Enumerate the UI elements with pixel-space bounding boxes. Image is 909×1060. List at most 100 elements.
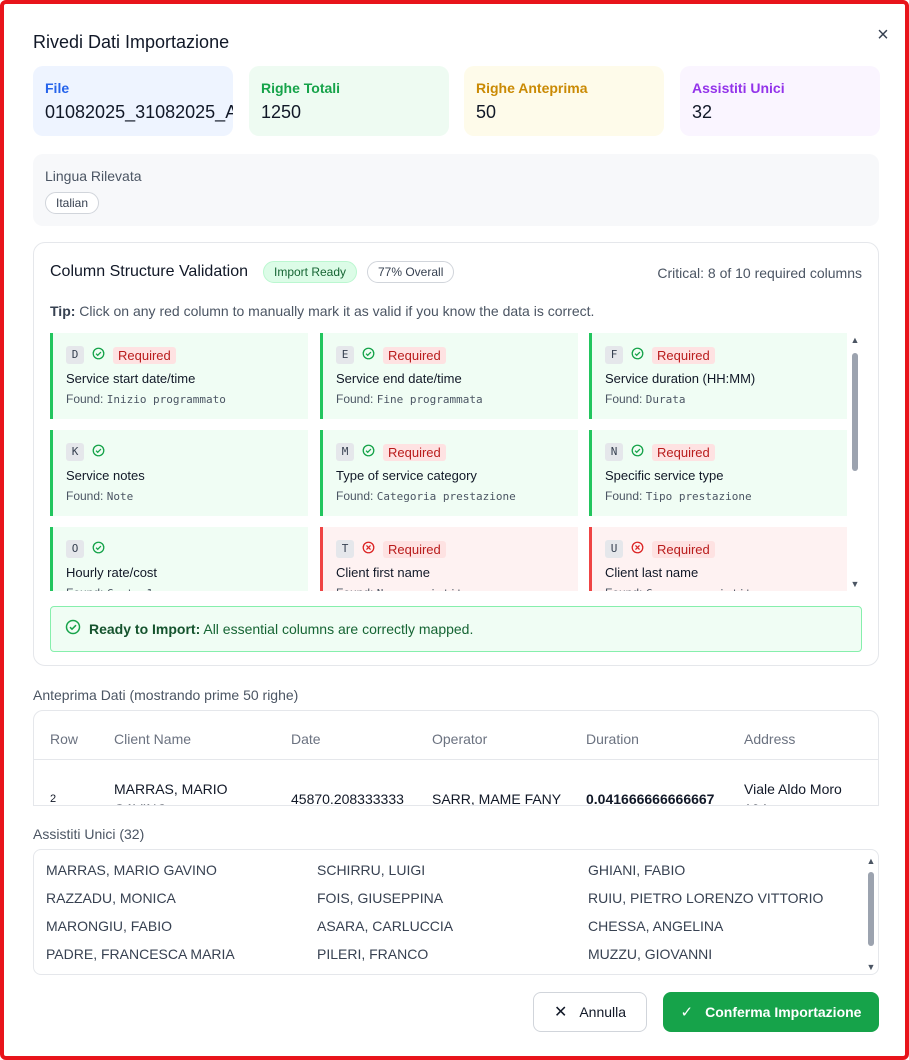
scroll-up-icon[interactable]: ▲ — [850, 335, 860, 345]
check-circle-icon — [362, 444, 375, 460]
table-cell-date: 45870.208333333 — [291, 791, 404, 806]
found-mapping: Found: Categoria prestazione — [336, 489, 565, 503]
table-cell-client-name: MARRAS, MARIO GAVINO — [114, 781, 228, 805]
overall-score-badge: 77% Overall — [367, 261, 455, 283]
column-card-m: M Required Type of service category Found: … — [320, 430, 578, 516]
column-description: Hourly rate/cost — [66, 565, 158, 580]
column-description: Type of service category — [336, 468, 477, 483]
found-label: Found: — [66, 392, 107, 406]
column-letter: F — [605, 346, 623, 364]
found-mapping: Found: Note — [66, 489, 295, 503]
preview-title: Anteprima Dati (mostrando prime 50 righe… — [33, 687, 299, 703]
stat-label: Righe Anteprima — [476, 80, 588, 96]
column-description: Service end date/time — [336, 371, 462, 386]
found-mapping: Found: Durata — [605, 392, 834, 406]
tip-text: Click on any red column to manually mark… — [75, 303, 595, 319]
found-mapping: Found: Tipo prestazione — [605, 489, 834, 503]
critical-count: Critical: 8 of 10 required columns — [657, 265, 862, 281]
client-name-item: SCHIRRU, LUIGI — [317, 862, 426, 878]
client-name-item: ASARA, CARLUCCIA — [317, 918, 454, 934]
column-letter: T — [336, 540, 354, 558]
found-mapping: Found: Inizio programmato — [66, 392, 295, 406]
client-name-item: MARONGIU, FABIO — [46, 918, 173, 934]
scroll-up-icon[interactable]: ▲ — [866, 856, 876, 866]
table-cell-operator: SARR, MAME FANY — [432, 791, 562, 806]
check-icon: ✓ — [680, 1004, 694, 1021]
found-label: Found: — [66, 586, 107, 591]
found-column-name: Cognome assistito — [646, 587, 759, 591]
scrollbar-thumb[interactable] — [868, 872, 874, 946]
required-badge: Required — [383, 346, 446, 364]
close-icon: ✕ — [553, 1004, 568, 1021]
table-cell-address: Viale Aldo Moro 104 — [744, 781, 842, 805]
client-name-item: PADRE, FRANCESCA MARIA — [46, 946, 235, 962]
column-card-header: N Required — [605, 442, 834, 462]
column-card-o: O Hourly rate/cost Found: Costo 1 — [50, 527, 308, 591]
found-column-name: Durata — [645, 393, 686, 406]
found-mapping: Found: Fine programmata — [336, 392, 565, 406]
column-grid-scrollbar[interactable]: ▲ ▼ — [850, 335, 860, 589]
column-description: Client last name — [605, 565, 699, 580]
column-letter: N — [605, 443, 623, 461]
scrollbar-thumb[interactable] — [852, 353, 858, 471]
detected-language-panel: Lingua Rilevata Italian — [33, 154, 879, 226]
found-column-name: Inizio programmato — [106, 393, 226, 406]
column-header-duration: Duration — [586, 731, 639, 747]
found-label: Found: — [605, 392, 646, 406]
column-card-header: F Required — [605, 345, 834, 365]
required-badge: Required — [383, 540, 446, 558]
stat-value: 32 — [692, 102, 713, 122]
check-circle-icon — [92, 541, 105, 557]
language-label: Lingua Rilevata — [45, 168, 142, 184]
scroll-down-icon[interactable]: ▼ — [866, 962, 876, 972]
validation-tip: Tip: Click on any red column to manually… — [50, 303, 594, 319]
column-card-header: M Required — [336, 442, 565, 462]
column-card-n: N Required Specific service type Found: Tip… — [589, 430, 847, 516]
table-cell-row: 2 — [50, 793, 57, 805]
table-cell-duration: 0.041666666666667 — [586, 791, 715, 806]
stat-value: 01082025_31082025_App — [45, 102, 233, 122]
clients-list-scrollbar[interactable]: ▲ ▼ — [866, 856, 876, 972]
column-card-f: F Required Service duration (HH:MM) Found: … — [589, 333, 847, 419]
stat-label: File — [45, 80, 70, 96]
preview-table: Row Client Name Date Operator Duration A… — [33, 710, 879, 806]
found-label: Found: — [605, 586, 646, 591]
found-column-name: Tipo prestazione — [645, 490, 752, 503]
column-card-header: D Required — [66, 345, 295, 365]
required-badge: Required — [113, 346, 176, 364]
found-label: Found: — [336, 489, 377, 503]
x-circle-icon — [362, 541, 375, 557]
ready-to-import-banner: Ready to Import: All essential columns a… — [50, 606, 862, 652]
confirm-import-button[interactable]: ✓ Conferma Importazione — [663, 992, 879, 1032]
close-icon[interactable]: × — [872, 24, 894, 46]
found-column-name: Categoria prestazione — [376, 490, 516, 503]
client-name-item: PILERI, FRANCO — [317, 946, 429, 962]
stat-value: 1250 — [261, 102, 302, 122]
column-header-client-name: Client Name — [114, 731, 192, 747]
ready-text: All essential columns are correctly mapp… — [200, 621, 474, 637]
column-card-u[interactable]: U Required Client last name Found: Cognome … — [589, 527, 847, 591]
column-header-address: Address — [744, 731, 796, 747]
found-label: Found: — [605, 489, 646, 503]
client-name-item: FOIS, GIUSEPPINA — [317, 890, 444, 906]
column-description: Client first name — [336, 565, 430, 580]
required-badge: Required — [652, 346, 715, 364]
found-column-name: Note — [106, 490, 134, 503]
scroll-down-icon[interactable]: ▼ — [850, 579, 860, 589]
required-badge: Required — [652, 443, 715, 461]
dialog-title: Rivedi Dati Importazione — [33, 32, 230, 52]
tip-label: Tip: — [50, 303, 76, 319]
column-card-t[interactable]: T Required Client first name Found: Nome as… — [320, 527, 578, 591]
stat-card-preview-rows: Righe Anteprima 50 — [464, 66, 664, 136]
check-circle-icon — [631, 347, 644, 363]
column-description: Specific service type — [605, 468, 724, 483]
found-mapping: Found: Costo 1 — [66, 586, 295, 591]
column-letter: O — [66, 540, 84, 558]
validation-title: Column Structure Validation — [50, 263, 249, 280]
found-mapping: Found: Cognome assistito — [605, 586, 834, 591]
cancel-button[interactable]: ✕ Annulla — [533, 992, 647, 1032]
check-circle-icon — [65, 619, 81, 640]
column-letter: M — [336, 443, 354, 461]
found-mapping: Found: Nome assistito — [336, 586, 565, 591]
unique-clients-title: Assistiti Unici (32) — [33, 826, 145, 842]
